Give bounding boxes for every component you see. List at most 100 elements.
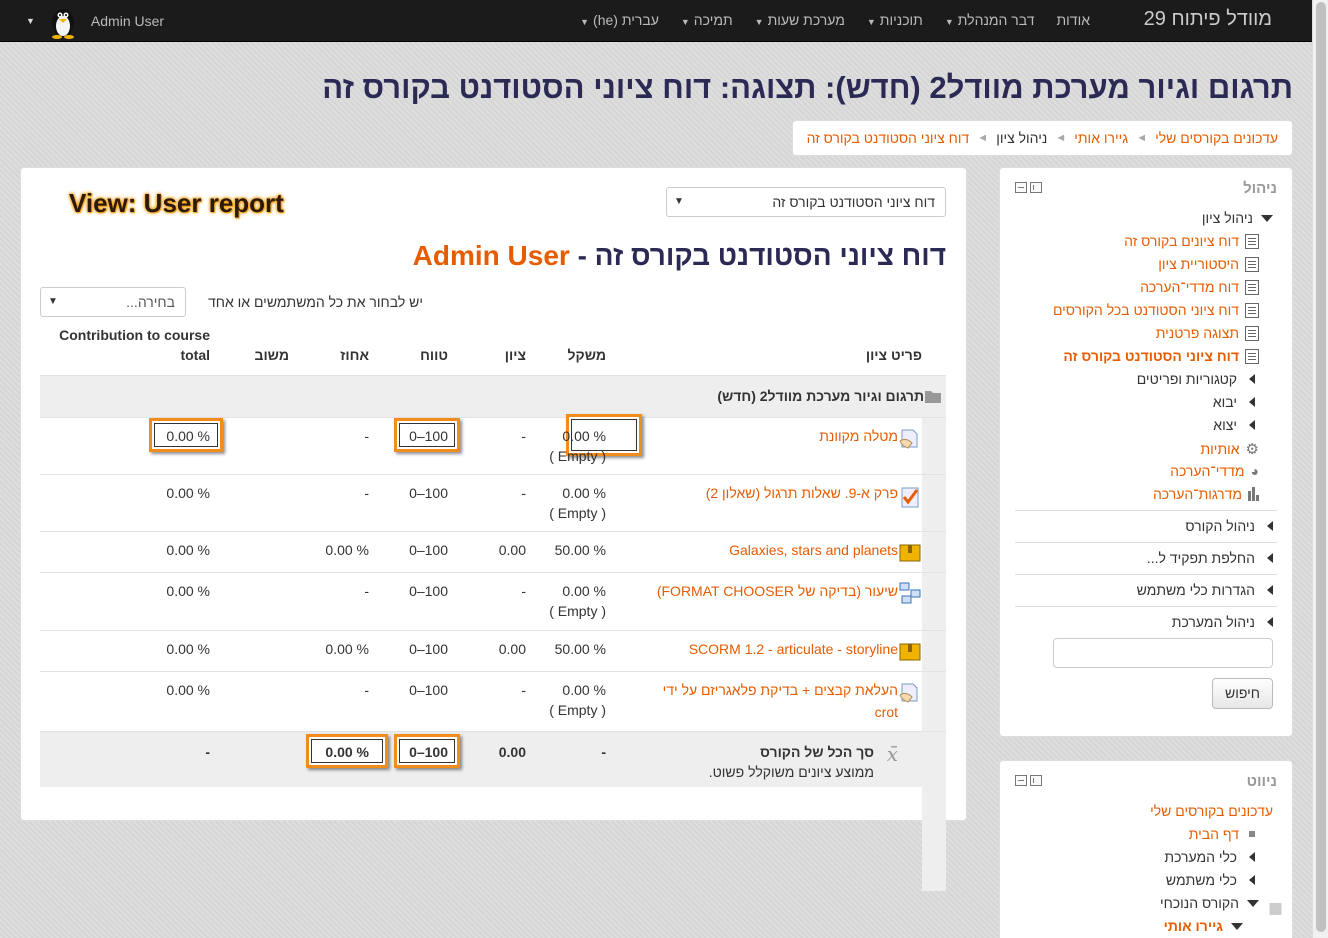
folder-icon <box>925 391 941 403</box>
menu-principal[interactable]: דבר המנהלת▼ <box>945 12 1035 28</box>
tree-report-history[interactable]: היסטוריית ציון <box>1158 256 1259 272</box>
bullet-icon <box>1249 831 1255 837</box>
report-user-name: Admin User <box>412 240 570 271</box>
page-title: תרגום וגיור מערכת מוודל2 (חדש): תצוגה: ד… <box>322 70 1293 105</box>
caret-down-icon: ▼ <box>866 17 876 27</box>
tree-categories[interactable]: קטגוריות ופריטים <box>1137 371 1255 387</box>
tree-grade-admin[interactable]: ניהול ציון <box>1202 210 1273 226</box>
report-selector[interactable]: דוח ציוני הסטודנט בקורס זה ▼ <box>666 187 946 217</box>
collapsed-arrow-icon <box>1267 585 1273 595</box>
tree-import[interactable]: יבוא <box>1213 394 1255 410</box>
nav-current-course[interactable]: הקורס הנוכחי <box>1160 895 1259 911</box>
search-button[interactable]: חיפוש <box>1212 678 1273 709</box>
grade-item-link[interactable]: SCORM 1.2 - articulate - storyline <box>689 641 898 657</box>
col-contribution: Contribution to course <box>59 327 210 343</box>
report-icon <box>1245 325 1259 341</box>
contribution-value: 0.00 % <box>166 682 210 698</box>
col-percentage: אחוז <box>340 347 369 363</box>
table-row: Galaxies, stars and planets 50.00 % 0.00… <box>40 531 946 572</box>
tree-user-settings[interactable]: הגדרות כלי משתמש <box>1137 582 1273 598</box>
weight-note: ( Empty ) <box>549 448 606 464</box>
collapse-icon[interactable] <box>1015 775 1027 786</box>
collapsed-arrow-icon <box>1249 397 1255 407</box>
site-brand[interactable]: מוודל פיתוח 29 <box>1144 8 1272 31</box>
percentage-value: - <box>364 682 369 698</box>
tree-site-admin[interactable]: ניהול המערכת <box>1172 614 1273 630</box>
menu-language[interactable]: עברית (he)▼ <box>580 12 659 28</box>
grade-value: - <box>521 583 526 599</box>
total-grade: 0.00 <box>498 744 526 760</box>
tree-report-user[interactable]: דוח ציוני הסטודנט בקורס זה <box>1063 348 1259 364</box>
caret-down-icon: ▼ <box>944 17 954 27</box>
contribution-value: 0.00 % <box>166 542 210 558</box>
weight-note: ( Empty ) <box>549 505 606 521</box>
breadcrumb-grade-admin: ניהול ציון <box>996 130 1048 146</box>
block-title: ניהול <box>1243 180 1277 197</box>
gear-icon: ⚙ <box>1245 441 1259 458</box>
breadcrumb-user-report[interactable]: דוח ציוני הסטודנט בקורס זה <box>807 130 970 146</box>
main-region: View: User report דוח ציוני הסטודנט בקור… <box>20 167 967 891</box>
tree-report-overview[interactable]: דוח ציוני הסטודנט בכל הקורסים <box>1053 302 1259 318</box>
grade-item-link[interactable]: מטלה מקוונת <box>819 428 898 444</box>
nav-site-pages[interactable]: כלי המערכת <box>1164 849 1255 865</box>
caret-down-icon: ▼ <box>580 17 590 27</box>
divider <box>1015 606 1277 607</box>
view-label: View: User report <box>69 188 284 218</box>
page-scrollbar[interactable] <box>1312 0 1328 938</box>
grade-item-link[interactable]: העלאת קבצים + בדיקת פלאגריזם על ידי <box>663 682 898 698</box>
tree-report-singleview[interactable]: תצוגה פרטנית <box>1156 325 1259 341</box>
col-range: טווח <box>420 347 448 363</box>
tree-course-admin[interactable]: ניהול הקורס <box>1185 518 1273 534</box>
menu-support[interactable]: תמיכה▼ <box>681 12 733 28</box>
tree-report-grader[interactable]: דוח ציונים בקורס זה <box>1124 233 1259 249</box>
dock-icon[interactable] <box>1030 182 1042 193</box>
total-range: 0–100 <box>409 744 448 760</box>
tree-letters[interactable]: ⚙ אותיות <box>1201 440 1260 458</box>
user-menu[interactable]: ▼ Admin User <box>26 3 164 39</box>
tree-outcomes[interactable]: ◕ מדדי־הערכה <box>1170 463 1259 479</box>
breadcrumb-my-courses[interactable]: עדכונים בקורסים שלי <box>1155 130 1278 146</box>
range-value: 0–100 <box>409 428 448 444</box>
tree-switch-role[interactable]: החלפת תפקיד ל... <box>1147 550 1273 566</box>
grade-item-link[interactable]: פרק א-9. שאלות תרגול (שאלון 2) <box>706 485 898 501</box>
menu-about[interactable]: אודות <box>1057 12 1091 28</box>
menu-schedule[interactable]: מערכת שעות▼ <box>755 12 845 28</box>
grade-item-link[interactable]: Galaxies, stars and planets <box>729 542 898 558</box>
nav-home[interactable]: דף הבית <box>1189 826 1255 842</box>
range-value: 0–100 <box>409 641 448 657</box>
percentage-value: - <box>364 583 369 599</box>
percentage-value: 0.00 % <box>325 641 369 657</box>
tree-export[interactable]: יצוא <box>1213 417 1255 433</box>
caret-down-icon: ▼ <box>680 17 690 27</box>
report-icon <box>1245 348 1259 364</box>
collapse-icon[interactable] <box>1015 182 1027 193</box>
weight-value: 0.00 % <box>562 485 606 501</box>
quiz-icon <box>901 487 919 508</box>
nav-my-courses[interactable]: עדכונים בקורסים שלי <box>1150 803 1273 819</box>
collapsed-arrow-icon <box>1249 420 1255 430</box>
table-row: פרק א-9. שאלות תרגול (שאלון 2) 0.00 % ( … <box>40 474 946 531</box>
scorm-package-icon <box>899 544 921 562</box>
nav-my-profile[interactable]: כלי משתמש <box>1166 872 1255 888</box>
percentage-value: 0.00 % <box>325 542 369 558</box>
weight-value: 0.00 % <box>562 428 606 444</box>
dock-icon[interactable] <box>1030 775 1042 786</box>
user-selector[interactable]: בחירה... ▼ <box>40 287 186 317</box>
grade-item-link-cont[interactable]: crot <box>875 704 898 720</box>
caret-down-icon: ▼ <box>754 17 764 27</box>
dock-arrow-icon[interactable]: ◆ <box>1261 893 1292 923</box>
percentage-value: - <box>364 485 369 501</box>
contribution-value: 0.00 % <box>166 583 210 599</box>
range-value: 0–100 <box>409 583 448 599</box>
breadcrumb-course[interactable]: גיירו אותי <box>1074 130 1128 146</box>
grade-value: 0.00 <box>498 641 526 657</box>
mean-icon: x̄ <box>886 742 898 766</box>
tree-report-outcomes[interactable]: דוח מדדי־הערכה <box>1140 279 1259 295</box>
menu-programs[interactable]: תוכניות▼ <box>867 12 923 28</box>
admin-search-input[interactable] <box>1053 638 1273 668</box>
breadcrumb: עדכונים בקורסים שלי ◄ גיירו אותי ◄ ניהול… <box>791 120 1293 156</box>
nav-course[interactable]: גיירו אותי <box>1164 918 1243 934</box>
grade-item-link[interactable]: שיעור (בדיקה של FORMAT CHOOSER) <box>657 583 898 599</box>
course-total-name: סך הכל של הקורס <box>760 744 874 760</box>
tree-scales[interactable]: מדרגות־הערכה <box>1153 486 1259 502</box>
